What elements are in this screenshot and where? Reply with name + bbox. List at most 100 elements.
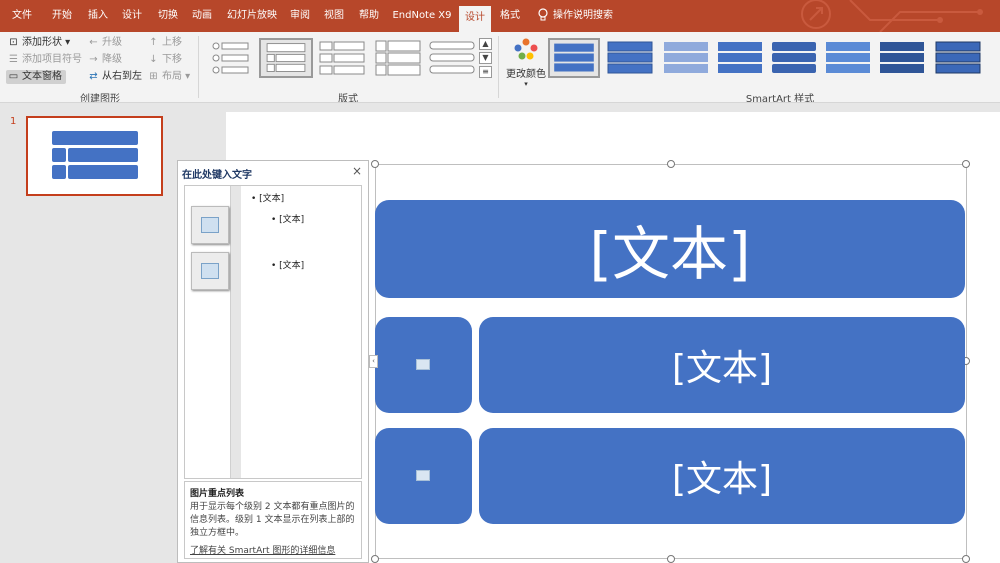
close-icon[interactable]: × — [352, 164, 362, 178]
group-label-smartart-styles: SmartArt 样式 — [745, 94, 815, 103]
tab-help[interactable]: 帮助 — [352, 0, 386, 32]
smartart-picture-block-2[interactable] — [375, 428, 472, 524]
lightbulb-icon — [538, 8, 548, 21]
move-down-button[interactable]: ↓ 下移 — [146, 53, 182, 67]
learn-more-link[interactable]: 了解有关 SmartArt 图形的详细信息 — [190, 543, 356, 556]
tab-smartart-design[interactable]: 设计 — [459, 6, 491, 32]
text-pane-editor[interactable]: • [文本] • [文本] • [文本] — [184, 185, 362, 479]
smartart-row1-text: [文本] — [671, 348, 773, 389]
smartart-style-6[interactable] — [822, 38, 874, 78]
text-pane-button[interactable]: ▭ 文本窗格 — [6, 70, 66, 84]
layout-description-title: 图片重点列表 — [190, 489, 245, 499]
layout-dropdown[interactable]: ⊞ 布局 ▾ — [146, 70, 190, 84]
image-placeholder-icon — [416, 359, 430, 370]
demote-button[interactable]: → 降级 — [86, 53, 122, 67]
swap-arrows-icon: ⇄ — [89, 71, 98, 82]
insert-picture-button[interactable] — [191, 206, 229, 244]
resize-handle[interactable] — [962, 555, 970, 563]
search-label: 操作说明搜索 — [553, 10, 613, 21]
layout-option-3[interactable] — [316, 38, 370, 78]
smartart-text-pane: 在此处键入文字 × • [文本] • [文本] • [文本] 图片重点列表 用于… — [177, 160, 369, 563]
bullet-item-level2[interactable]: • [文本] — [271, 258, 304, 271]
slide-number: 1 — [10, 116, 17, 127]
picture-column — [185, 186, 231, 478]
layout-description: 图片重点列表 用于显示每个级别 2 文本都有重点图片的信息列表。级别 1 文本显… — [184, 481, 362, 559]
resize-handle[interactable] — [667, 160, 675, 168]
arrow-down-icon: ↓ — [149, 54, 158, 65]
smartart-style-4[interactable] — [714, 38, 766, 78]
smartart-picture-block-1[interactable] — [375, 317, 472, 413]
ribbon-separator — [498, 36, 499, 98]
layout-option-picture-accent-list[interactable] — [259, 38, 313, 78]
tab-home[interactable]: 开始 — [46, 0, 78, 32]
text-pane-toggle-arrow[interactable]: ‹ — [369, 355, 378, 368]
change-colors-button[interactable]: 更改颜色 ▾ — [505, 36, 547, 88]
tab-format[interactable]: 格式 — [494, 0, 526, 32]
arrow-up-icon: ↑ — [149, 37, 158, 48]
decorative-pattern — [801, 0, 983, 32]
resize-handle[interactable] — [667, 555, 675, 563]
smartart-text-block-2[interactable]: [文本] — [479, 428, 965, 524]
slide-thumbnail-pane: 1 — [0, 104, 178, 563]
smartart-style-3[interactable] — [660, 38, 712, 78]
layout-option-1[interactable] — [204, 38, 258, 78]
resize-handle[interactable] — [371, 160, 379, 168]
color-palette-icon — [514, 38, 538, 60]
image-placeholder-icon — [416, 470, 430, 481]
gallery-scroll-down[interactable]: ▼ — [479, 52, 492, 64]
resize-handle[interactable] — [371, 555, 379, 563]
tab-file[interactable]: 文件 — [6, 0, 38, 32]
text-pane-title: 在此处键入文字 — [182, 170, 252, 181]
thumb-block — [52, 131, 138, 145]
promote-button[interactable]: ← 升级 — [86, 36, 122, 50]
smartart-style-8[interactable] — [932, 38, 984, 78]
bullet-item-level1[interactable]: • [文本] — [251, 191, 284, 204]
add-shape-icon: ⊡ — [9, 37, 18, 48]
resize-handle[interactable] — [962, 160, 970, 168]
tab-design[interactable]: 设计 — [116, 0, 148, 32]
text-pane-icon: ▭ — [8, 71, 19, 82]
smartart-row2-text: [文本] — [671, 459, 773, 500]
gallery-scroll-up[interactable]: ▲ — [479, 38, 492, 50]
tab-review[interactable]: 审阅 — [284, 0, 316, 32]
right-to-left-button[interactable]: ⇄ 从右到左 — [86, 70, 142, 84]
smartart-top-block[interactable]: [文本] — [375, 200, 965, 298]
thumb-block — [68, 148, 138, 162]
layout-option-5[interactable] — [426, 38, 480, 78]
ribbon: ⊡ 添加形状 ▾ ☰ 添加项目符号 ▭ 文本窗格 ← 升级 → 降级 ⇄ 从右到左 ↑ 上移 … — [0, 32, 1000, 103]
arrow-right-icon: → — [89, 54, 98, 65]
bullet-item-level2[interactable]: • [文本] — [271, 212, 304, 225]
arrow-left-icon: ← — [89, 37, 98, 48]
move-up-button[interactable]: ↑ 上移 — [146, 36, 182, 50]
smartart-text-block-1[interactable]: [文本] — [479, 317, 965, 413]
search-box[interactable]: 操作说明搜索 — [538, 0, 613, 32]
bullet-list-icon: ☰ — [9, 54, 18, 65]
smartart-style-2[interactable] — [604, 38, 656, 78]
layout-description-body: 用于显示每个级别 2 文本都有重点图片的信息列表。级别 1 文本显示在列表上部的… — [190, 502, 355, 538]
layout-option-4[interactable] — [372, 38, 426, 78]
picture-icon — [201, 263, 219, 279]
thumb-block — [68, 165, 138, 179]
insert-picture-button[interactable] — [191, 252, 229, 290]
tab-animations[interactable]: 动画 — [186, 0, 218, 32]
tab-transitions[interactable]: 切换 — [152, 0, 184, 32]
tab-endnote[interactable]: EndNote X9 — [390, 0, 454, 32]
picture-icon — [201, 217, 219, 233]
add-bullet-button[interactable]: ☰ 添加项目符号 — [6, 53, 82, 67]
smartart-style-9[interactable] — [986, 38, 1000, 78]
group-label-layouts: 版式 — [338, 94, 358, 103]
slide-thumbnail[interactable] — [26, 116, 163, 196]
gallery-more[interactable]: ≡ — [479, 66, 492, 78]
smartart-style-1[interactable] — [548, 38, 600, 78]
tab-slideshow[interactable]: 幻灯片放映 — [224, 0, 280, 32]
tab-insert[interactable]: 插入 — [82, 0, 114, 32]
tab-view[interactable]: 视图 — [318, 0, 350, 32]
smartart-style-7[interactable] — [876, 38, 928, 78]
group-label-create: 创建图形 — [80, 94, 120, 103]
ribbon-tab-bar: 文件 开始 插入 设计 切换 动画 幻灯片放映 审阅 视图 帮助 EndNote… — [0, 0, 1000, 32]
smartart-style-5[interactable] — [768, 38, 820, 78]
thumb-block — [52, 165, 66, 179]
ribbon-separator — [198, 36, 199, 98]
add-shape-button[interactable]: ⊡ 添加形状 ▾ — [6, 36, 70, 50]
hierarchy-icon: ⊞ — [149, 71, 158, 82]
